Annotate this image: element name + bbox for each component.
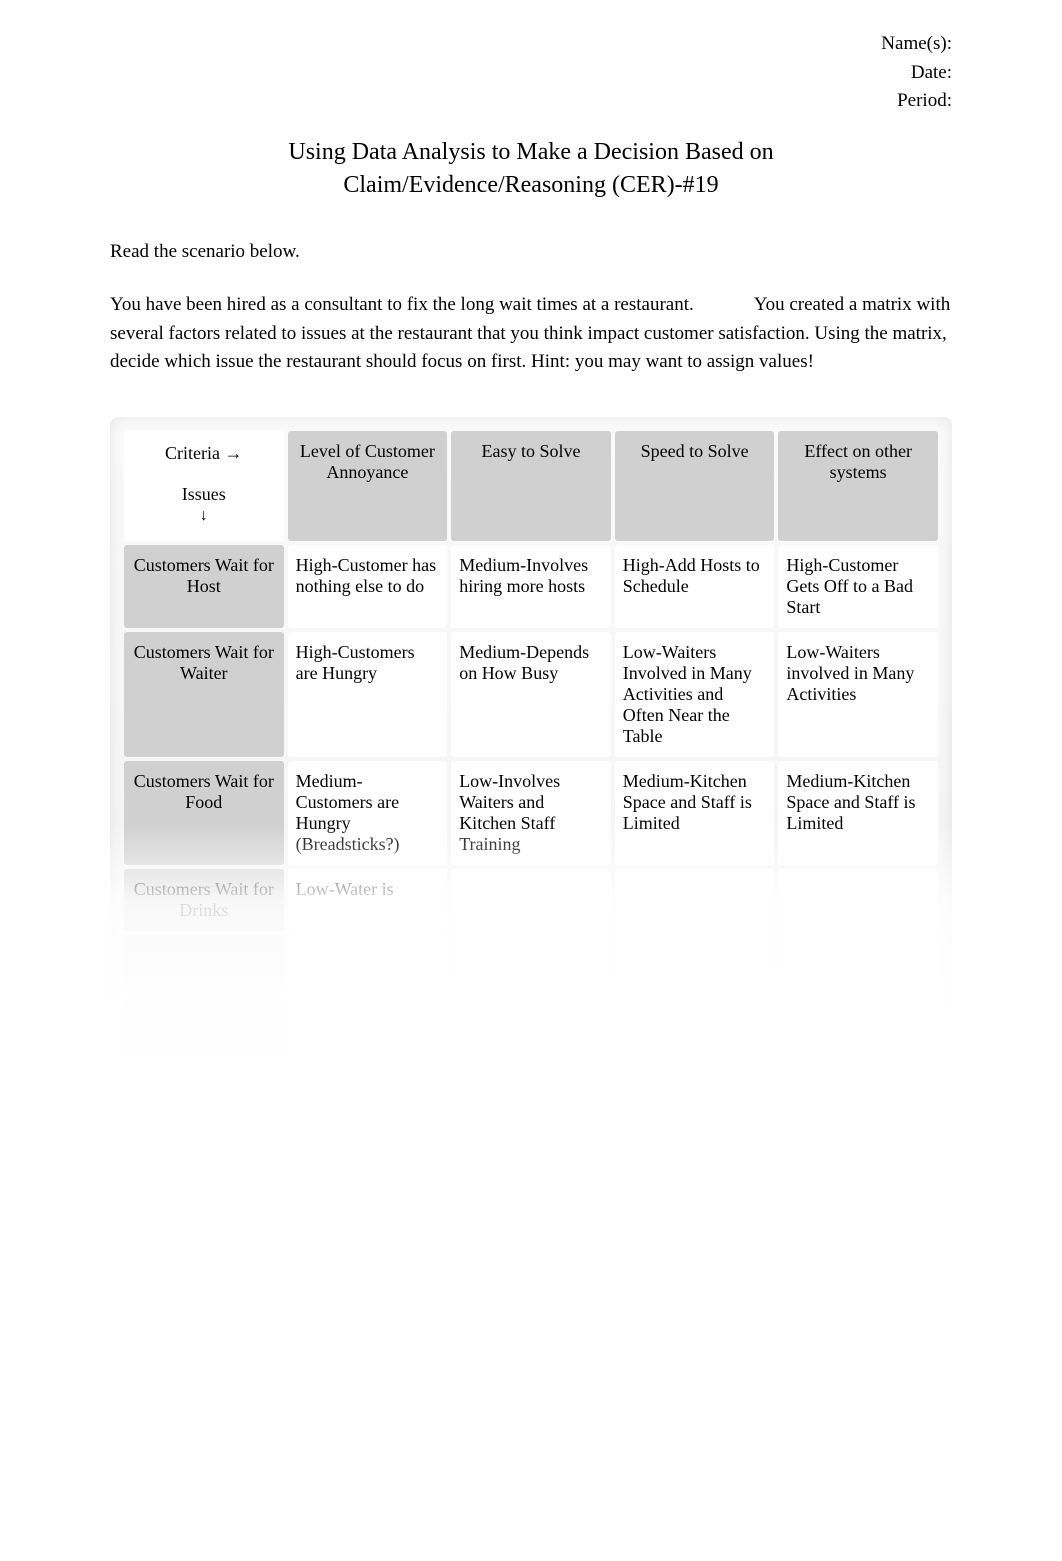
issue-wait-food: Customers Wait for Food [124, 761, 284, 865]
cell: Medium-Kitchen Space and Staff is Limite… [778, 761, 938, 865]
cell: Low-Involves Waiters and Kitchen Staff T… [451, 761, 611, 865]
issue-wait-drinks: Customers Wait for Drinks [124, 869, 284, 931]
col-header-easy: Easy to Solve [451, 431, 611, 541]
cell [778, 869, 938, 931]
cell: Low-Waiters involved in Many Activities [778, 632, 938, 757]
cell: Low-Waiters Involved in Many Activities … [615, 632, 775, 757]
cell [451, 935, 611, 995]
date-label: Date: [110, 59, 952, 88]
page-title: Using Data Analysis to Make a Decision B… [110, 136, 952, 203]
cell [615, 869, 775, 931]
header-info: Name(s): Date: Period: [110, 30, 952, 116]
arrow-down-icon: ↓ [132, 507, 276, 525]
matrix-container: Criteria → Issues ↓ Level of Customer An… [110, 417, 952, 1083]
issue-wait-waiter: Customers Wait for Waiter [124, 632, 284, 757]
criteria-label: Criteria → [132, 443, 276, 464]
cell: High-Customer Gets Off to a Bad Start [778, 545, 938, 628]
table-row: Customers Wait for Drinks Low-Water is [124, 869, 938, 931]
title-line-2: Claim/Evidence/Reasoning (CER)-#19 [343, 172, 718, 198]
cell [288, 999, 448, 1069]
col-header-annoyance: Level of Customer Annoyance [288, 431, 448, 541]
table-row: Customers Wait for Host High-Customer ha… [124, 545, 938, 628]
cell: High-Customer has nothing else to do [288, 545, 448, 628]
scenario-text: You have been hired as a consultant to f… [110, 291, 952, 377]
cell [451, 869, 611, 931]
cell: Medium-Depends on How Busy [451, 632, 611, 757]
scenario-part-1: You have been hired as a consultant to f… [110, 294, 694, 315]
period-label: Period: [110, 87, 952, 116]
decision-matrix-table: Criteria → Issues ↓ Level of Customer An… [120, 427, 942, 1073]
instruction-text: Read the scenario below. [110, 238, 952, 267]
cell [288, 935, 448, 995]
issue-faded [124, 935, 284, 995]
col-header-effect: Effect on other systems [778, 431, 938, 541]
cell [778, 999, 938, 1069]
col-header-speed: Speed to Solve [615, 431, 775, 541]
issues-label: Issues [132, 484, 276, 505]
title-line-1: Using Data Analysis to Make a Decision B… [288, 139, 773, 165]
cell [615, 935, 775, 995]
cell [615, 999, 775, 1069]
cell: Medium-Involves hiring more hosts [451, 545, 611, 628]
table-row [124, 935, 938, 995]
table-row: Customers Wait for Waiter High-Customers… [124, 632, 938, 757]
table-row [124, 999, 938, 1069]
corner-cell: Criteria → Issues ↓ [124, 431, 284, 541]
names-label: Name(s): [110, 30, 952, 59]
cell: Medium-Kitchen Space and Staff is Limite… [615, 761, 775, 865]
cell: Low-Water is [288, 869, 448, 931]
cell [451, 999, 611, 1069]
cell: High-Add Hosts to Schedule [615, 545, 775, 628]
issue-wait-host: Customers Wait for Host [124, 545, 284, 628]
cell [778, 935, 938, 995]
cell: High-Customers are Hungry [288, 632, 448, 757]
cell: Medium-Customers are Hungry (Breadsticks… [288, 761, 448, 865]
table-header-row: Criteria → Issues ↓ Level of Customer An… [124, 431, 938, 541]
issue-faded [124, 999, 284, 1069]
table-row: Customers Wait for Food Medium-Customers… [124, 761, 938, 865]
